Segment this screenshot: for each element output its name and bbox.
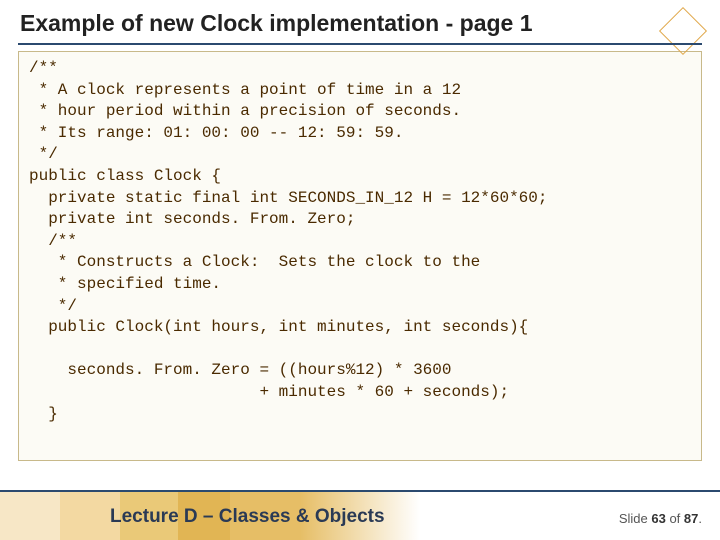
slide-prefix: Slide xyxy=(619,511,652,526)
lecture-label: Lecture D – Classes & Objects xyxy=(110,506,385,528)
slide-title: Example of new Clock implementation - pa… xyxy=(18,10,702,37)
code-block: /** * A clock represents a point of time… xyxy=(18,51,702,461)
slide-of: of xyxy=(666,511,684,526)
slide: Example of new Clock implementation - pa… xyxy=(0,0,720,540)
slide-current: 63 xyxy=(651,511,665,526)
title-underline xyxy=(18,43,702,45)
slide-number: Slide 63 of 87. xyxy=(619,511,702,526)
slide-total: 87 xyxy=(684,511,698,526)
slide-footer: Lecture D – Classes & Objects Slide 63 o… xyxy=(0,480,720,540)
slide-suffix: . xyxy=(698,511,702,526)
